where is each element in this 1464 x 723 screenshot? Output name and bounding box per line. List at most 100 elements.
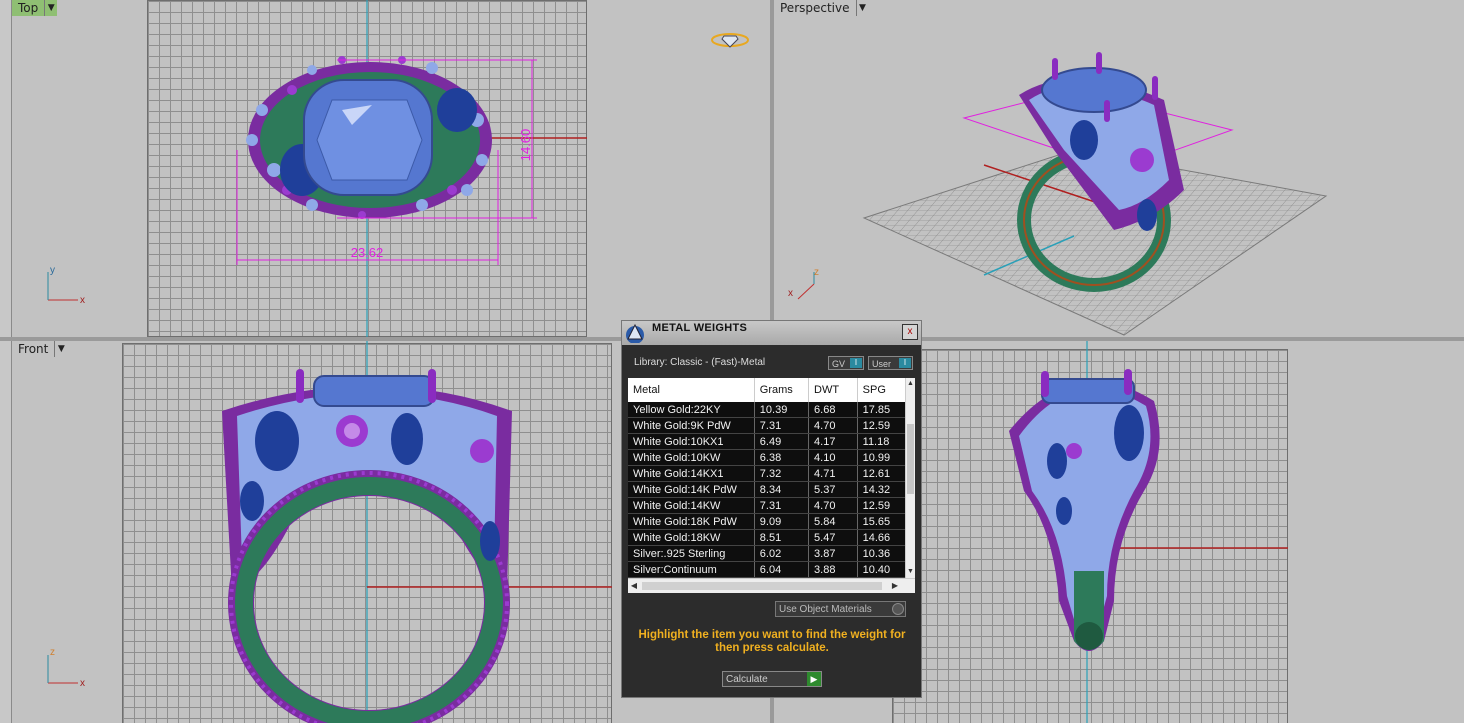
chevron-down-icon[interactable]: ▼ [44,0,58,16]
axis-z-label: z [50,647,55,658]
cell-metal: White Gold:14KX1 [628,465,755,482]
viewport-front-name[interactable]: Front [12,341,55,357]
axis-x-label: x [80,678,85,689]
cell-grams: 6.38 [754,449,810,466]
cell-grams: 10.39 [754,402,810,418]
cell-dwt: 5.84 [808,513,858,530]
cell-dwt: 3.87 [808,545,858,562]
cell-grams: 6.02 [754,545,810,562]
cell-spg: 14.66 [857,529,907,546]
dialog-titlebar[interactable]: METAL WEIGHTS x [622,321,921,345]
metal-weights-table[interactable]: Metal Grams DWT SPG Yellow Gold:22KY 10.3… [628,378,915,593]
table-row[interactable]: Yellow Gold:22KY 10.39 6.68 17.85 [628,402,907,418]
metal-table: Metal Grams DWT SPG Yellow Gold:22KY 10.3… [628,378,907,578]
use-object-materials-button[interactable]: Use Object Materials [775,601,906,617]
cell-metal: White Gold:9K PdW [628,417,755,434]
toggle-indicator-icon: I [899,358,911,368]
perspective-scene: z x [788,52,1328,336]
cell-metal: White Gold:18K PdW [628,513,755,530]
cell-dwt: 4.71 [808,465,858,482]
cell-dwt: 5.37 [808,481,858,498]
cell-grams: 7.32 [754,465,810,482]
cell-grams: 6.49 [754,433,810,450]
calculate-label: Calculate [726,674,768,685]
scroll-left-icon[interactable]: ◀ [628,579,640,593]
viewport-top-name[interactable]: Top [12,0,45,16]
table-row[interactable]: White Gold:14KX1 7.32 4.71 12.61 [628,465,907,482]
metal-weights-dialog: METAL WEIGHTS x Library: Classic - (Fast… [621,320,922,698]
column-header-dwt[interactable]: DWT [808,378,858,402]
cell-metal: Yellow Gold:22KY [628,402,755,418]
cell-metal: White Gold:10KX1 [628,433,755,450]
instruction-text: Highlight the item you want to find the … [638,629,906,654]
scroll-up-icon[interactable]: ▲ [906,378,915,390]
cell-grams: 8.34 [754,481,810,498]
play-icon: ▶ [807,672,821,686]
scroll-down-icon[interactable]: ▼ [906,566,915,578]
table-row[interactable]: White Gold:10KX1 6.49 4.17 11.18 [628,433,907,450]
column-header-metal[interactable]: Metal [628,378,755,402]
cell-grams: 8.51 [754,529,810,546]
axis-x-label: x [80,295,85,306]
table-row[interactable]: White Gold:9K PdW 7.31 4.70 12.59 [628,417,907,434]
dialog-title: METAL WEIGHTS [652,322,748,334]
scrollbar-thumb[interactable] [907,424,914,494]
calculate-button[interactable]: Calculate ▶ [722,671,822,687]
cell-metal: Silver:Continuum [628,561,755,578]
axis-x-label: x [788,288,793,299]
cell-metal: White Gold:18KW [628,529,755,546]
cell-grams: 9.09 [754,513,810,530]
user-label: User [872,359,892,369]
scrollbar-thumb[interactable] [642,582,882,590]
viewport-front-label[interactable]: Front ▼ [12,341,68,357]
close-button[interactable]: x [902,324,918,340]
dimension-width-label: 23.62 [351,245,384,260]
cell-spg: 12.61 [857,465,907,482]
table-row[interactable]: White Gold:10KW 6.38 4.10 10.99 [628,449,907,466]
table-row[interactable]: White Gold:18K PdW 9.09 5.84 15.65 [628,513,907,530]
user-toggle-button[interactable]: User I [868,356,913,370]
cell-dwt: 4.70 [808,417,858,434]
cell-metal: White Gold:14KW [628,497,755,514]
dimension-height-label: 14.60 [518,129,533,162]
gv-toggle-button[interactable]: GV I [828,356,864,370]
viewport-perspective-label[interactable]: Perspective ▼ [774,0,869,16]
viewport-top[interactable]: Top ▼ 14.60 23.62 y x [12,0,770,337]
viewport-perspective[interactable]: Perspective ▼ z x [774,0,1464,337]
cell-spg: 10.99 [857,449,907,466]
cell-metal: White Gold:10KW [628,449,755,466]
table-header-row: Metal Grams DWT SPG [628,378,907,402]
table-row[interactable]: White Gold:14K PdW 8.34 5.37 14.32 [628,481,907,498]
column-header-grams[interactable]: Grams [754,378,810,402]
table-row[interactable]: White Gold:14KW 7.31 4.70 12.59 [628,497,907,514]
scroll-right-icon[interactable]: ▶ [889,579,901,593]
column-header-spg[interactable]: SPG [857,378,907,402]
cell-spg: 15.65 [857,513,907,530]
cell-spg: 12.59 [857,417,907,434]
cell-spg: 10.36 [857,545,907,562]
cell-dwt: 6.68 [808,402,858,418]
cell-spg: 12.59 [857,497,907,514]
viewport-top-label[interactable]: Top ▼ [12,0,58,16]
table-row[interactable]: Silver:.925 Sterling 6.02 3.87 10.36 [628,545,907,562]
cell-dwt: 4.17 [808,433,858,450]
cell-metal: White Gold:14K PdW [628,481,755,498]
chevron-down-icon[interactable]: ▼ [855,0,869,16]
viewport-perspective-name[interactable]: Perspective [774,0,856,16]
table-vertical-scrollbar[interactable]: ▲ ▼ [905,378,915,578]
gem-icon[interactable] [710,30,750,50]
cell-grams: 7.31 [754,497,810,514]
chevron-down-icon[interactable]: ▼ [54,341,68,357]
cell-spg: 14.32 [857,481,907,498]
table-horizontal-scrollbar[interactable]: ◀ ▶ [628,578,915,593]
left-toolbar-strip [0,0,12,723]
cell-spg: 10.40 [857,561,907,578]
top-view-scene: 14.60 23.62 y x [47,0,587,337]
use-object-materials-label: Use Object Materials [779,604,872,615]
table-row[interactable]: White Gold:18KW 8.51 5.47 14.66 [628,529,907,546]
cell-dwt: 4.10 [808,449,858,466]
table-row[interactable]: Silver:Continuum 6.04 3.88 10.40 [628,561,907,578]
cell-metal: Silver:.925 Sterling [628,545,755,562]
axis-z-label: z [814,267,819,278]
radio-indicator-icon [892,603,904,615]
